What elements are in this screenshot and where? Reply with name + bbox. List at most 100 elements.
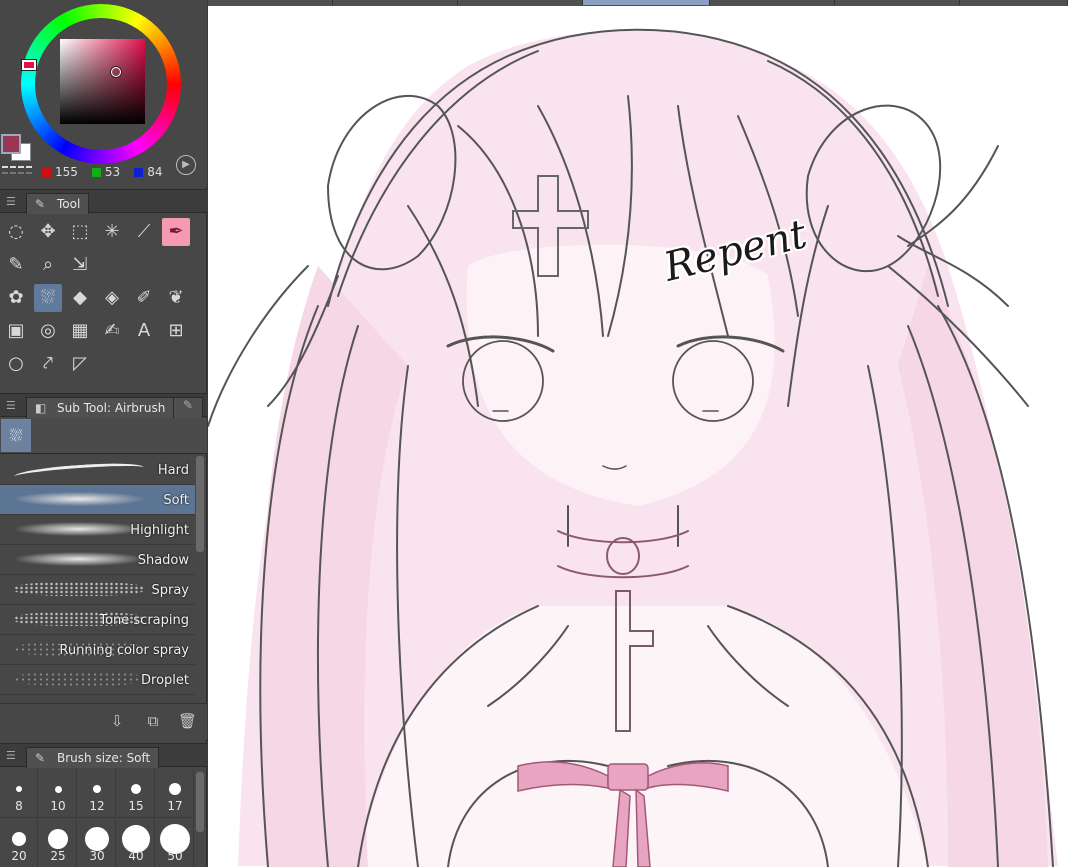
brush-size-dot <box>93 785 101 793</box>
color-mode-play-icon[interactable]: ▶ <box>176 155 196 175</box>
brush-size-dot <box>48 829 68 849</box>
left-panel: 155 53 84 ▶ ☰ ✎ Tool ◌ ✥ ⬚ ✳ ⟋ ✒ ✎ ⌕ ⇲ ✿ ⛆ ◆ ◈ ✐ ❦ ▣ ◎ ▦ ✍… <box>0 0 207 867</box>
brush-size-label: 40 <box>128 849 144 863</box>
subtool-item[interactable]: Soft <box>0 485 195 515</box>
delete-icon[interactable]: 🗑 <box>178 712 197 730</box>
brush-size-dot <box>131 784 141 794</box>
frame-icon[interactable]: ▦ <box>66 317 94 345</box>
hue-marker[interactable] <box>22 60 36 70</box>
object-select-icon[interactable]: ⇲ <box>66 251 94 279</box>
brush-size-cell[interactable]: 10 <box>39 769 77 818</box>
red-value: 155 <box>55 165 78 179</box>
brush-size-label: 12 <box>89 799 105 813</box>
brush-size-grid: 8 10 12 15 17 20 25 30 40 50 <box>0 769 195 867</box>
subtool-label: Spray <box>151 583 189 598</box>
speech-balloon-icon[interactable]: ○ <box>2 350 30 378</box>
drawing-canvas[interactable]: Repent <box>208 0 1068 867</box>
brush-icon[interactable]: ✿ <box>2 284 30 312</box>
brush-size-tab-icon: ✎ <box>35 751 46 765</box>
move-icon[interactable]: ✥ <box>34 218 62 246</box>
subtool-label: Hard <box>157 463 189 478</box>
subtool-list: Hard Soft Highlight Shadow Spray Tone scrapin… <box>0 455 195 701</box>
brush-size-scrollbar[interactable] <box>196 772 204 832</box>
rgb-readout: 155 53 84 <box>42 164 162 180</box>
brush-size-tab-label: Brush size: Soft <box>57 751 151 765</box>
brush-stroke-preview <box>14 672 144 686</box>
brush-size-cell[interactable]: 15 <box>117 769 155 818</box>
brush-size-cell[interactable]: 25 <box>39 819 77 867</box>
rect-select-icon[interactable]: ⬚ <box>66 218 94 246</box>
brush-size-dot <box>169 783 181 795</box>
brush-size-cell[interactable]: 30 <box>78 819 116 867</box>
brush-size-label: 25 <box>50 849 66 863</box>
tab-subtool[interactable]: ◧ Sub Tool: Airbrush <box>26 397 175 418</box>
canvas-tab[interactable] <box>835 0 960 5</box>
canvas-tab[interactable] <box>208 0 333 5</box>
brush-size-cell[interactable]: 8 <box>0 769 38 818</box>
subtool-item[interactable]: Running color spray <box>0 635 195 665</box>
sketch-artwork <box>208 28 1058 867</box>
subtool-label: Droplet <box>141 673 189 688</box>
transparent-color-icon[interactable] <box>2 166 32 174</box>
brush-size-cell[interactable]: 20 <box>0 819 38 867</box>
tab-brush-size[interactable]: ✎ Brush size: Soft <box>26 747 160 768</box>
subtool-scrollbar[interactable] <box>196 456 204 552</box>
tab-tool[interactable]: ✎ Tool <box>26 193 90 214</box>
canvas-tab[interactable] <box>333 0 458 5</box>
ruler-icon[interactable]: ✍ <box>98 317 126 345</box>
subtool-item[interactable]: Hard <box>0 455 195 485</box>
brush-size-label: 30 <box>89 849 105 863</box>
balloon-icon[interactable]: ⊞ <box>162 317 190 345</box>
correct-line-icon[interactable]: ⤤ <box>34 350 62 378</box>
blue-value: 84 <box>147 165 163 179</box>
canvas-tab-active[interactable] <box>583 0 710 5</box>
brush-size-label: 20 <box>11 849 27 863</box>
import-icon[interactable]: ⇩ <box>108 712 126 730</box>
brush-size-dot <box>54 785 62 793</box>
blue-channel-icon <box>134 167 144 177</box>
subtool-item[interactable]: Spray <box>0 575 195 605</box>
tool-tab-label: Tool <box>57 197 81 211</box>
airbrush-group-icon[interactable]: ⛆ <box>1 419 31 452</box>
subtool-label: Tone scraping <box>99 613 189 628</box>
lasso-select-icon[interactable]: ◌ <box>2 218 30 246</box>
brush-stroke-preview <box>14 582 144 596</box>
sv-marker[interactable] <box>111 67 121 77</box>
tool-panel-header: ☰ ✎ Tool <box>0 189 207 214</box>
brush-size-cell[interactable]: 40 <box>117 819 155 867</box>
fill-icon[interactable]: ◈ <box>98 284 126 312</box>
flow-line-icon[interactable]: ◸ <box>66 350 94 378</box>
subtool-item[interactable]: Droplet <box>0 665 195 695</box>
figure-icon[interactable]: ◎ <box>34 317 62 345</box>
pencil-icon[interactable]: ✎ <box>2 251 30 279</box>
canvas-tab[interactable] <box>458 0 583 5</box>
duplicate-icon[interactable]: ⧉ <box>144 712 162 730</box>
gradient-icon[interactable]: ▣ <box>2 317 30 345</box>
blend-icon[interactable]: ❦ <box>162 284 190 312</box>
pen-icon[interactable]: ✒ <box>162 218 190 246</box>
subtool-item[interactable]: Highlight <box>0 515 195 545</box>
text-icon[interactable]: A <box>130 317 158 345</box>
canvas-tab[interactable] <box>710 0 835 5</box>
panel-menu-icon[interactable]: ☰ <box>6 399 16 412</box>
tab-subtool-detail[interactable]: ✎ <box>173 397 203 418</box>
brush-size-panel-header: ☰ ✎ Brush size: Soft <box>0 743 207 768</box>
canvas-tab[interactable] <box>960 0 1068 5</box>
brush-size-cell[interactable]: 12 <box>78 769 116 818</box>
panel-menu-icon[interactable]: ☰ <box>6 195 16 208</box>
subtool-item[interactable]: Shadow <box>0 545 195 575</box>
brush-size-cell[interactable]: 50 <box>156 819 194 867</box>
foreground-color-swatch[interactable] <box>1 134 21 154</box>
decoration-icon[interactable]: ✐ <box>130 284 158 312</box>
brush-size-label: 10 <box>50 799 66 813</box>
magic-wand-icon[interactable]: ✳ <box>98 218 126 246</box>
brush-size-cell[interactable]: 17 <box>156 769 194 818</box>
subtool-item[interactable]: Tone scraping <box>0 605 195 635</box>
eraser-icon[interactable]: ◆ <box>66 284 94 312</box>
eyedropper-icon[interactable]: ⟋ <box>130 218 158 246</box>
brush-size-label: 8 <box>15 799 23 813</box>
airbrush-icon[interactable]: ⛆ <box>34 284 62 312</box>
saturation-value-square[interactable] <box>60 39 145 124</box>
zoom-icon[interactable]: ⌕ <box>34 251 62 279</box>
panel-menu-icon[interactable]: ☰ <box>6 749 16 762</box>
